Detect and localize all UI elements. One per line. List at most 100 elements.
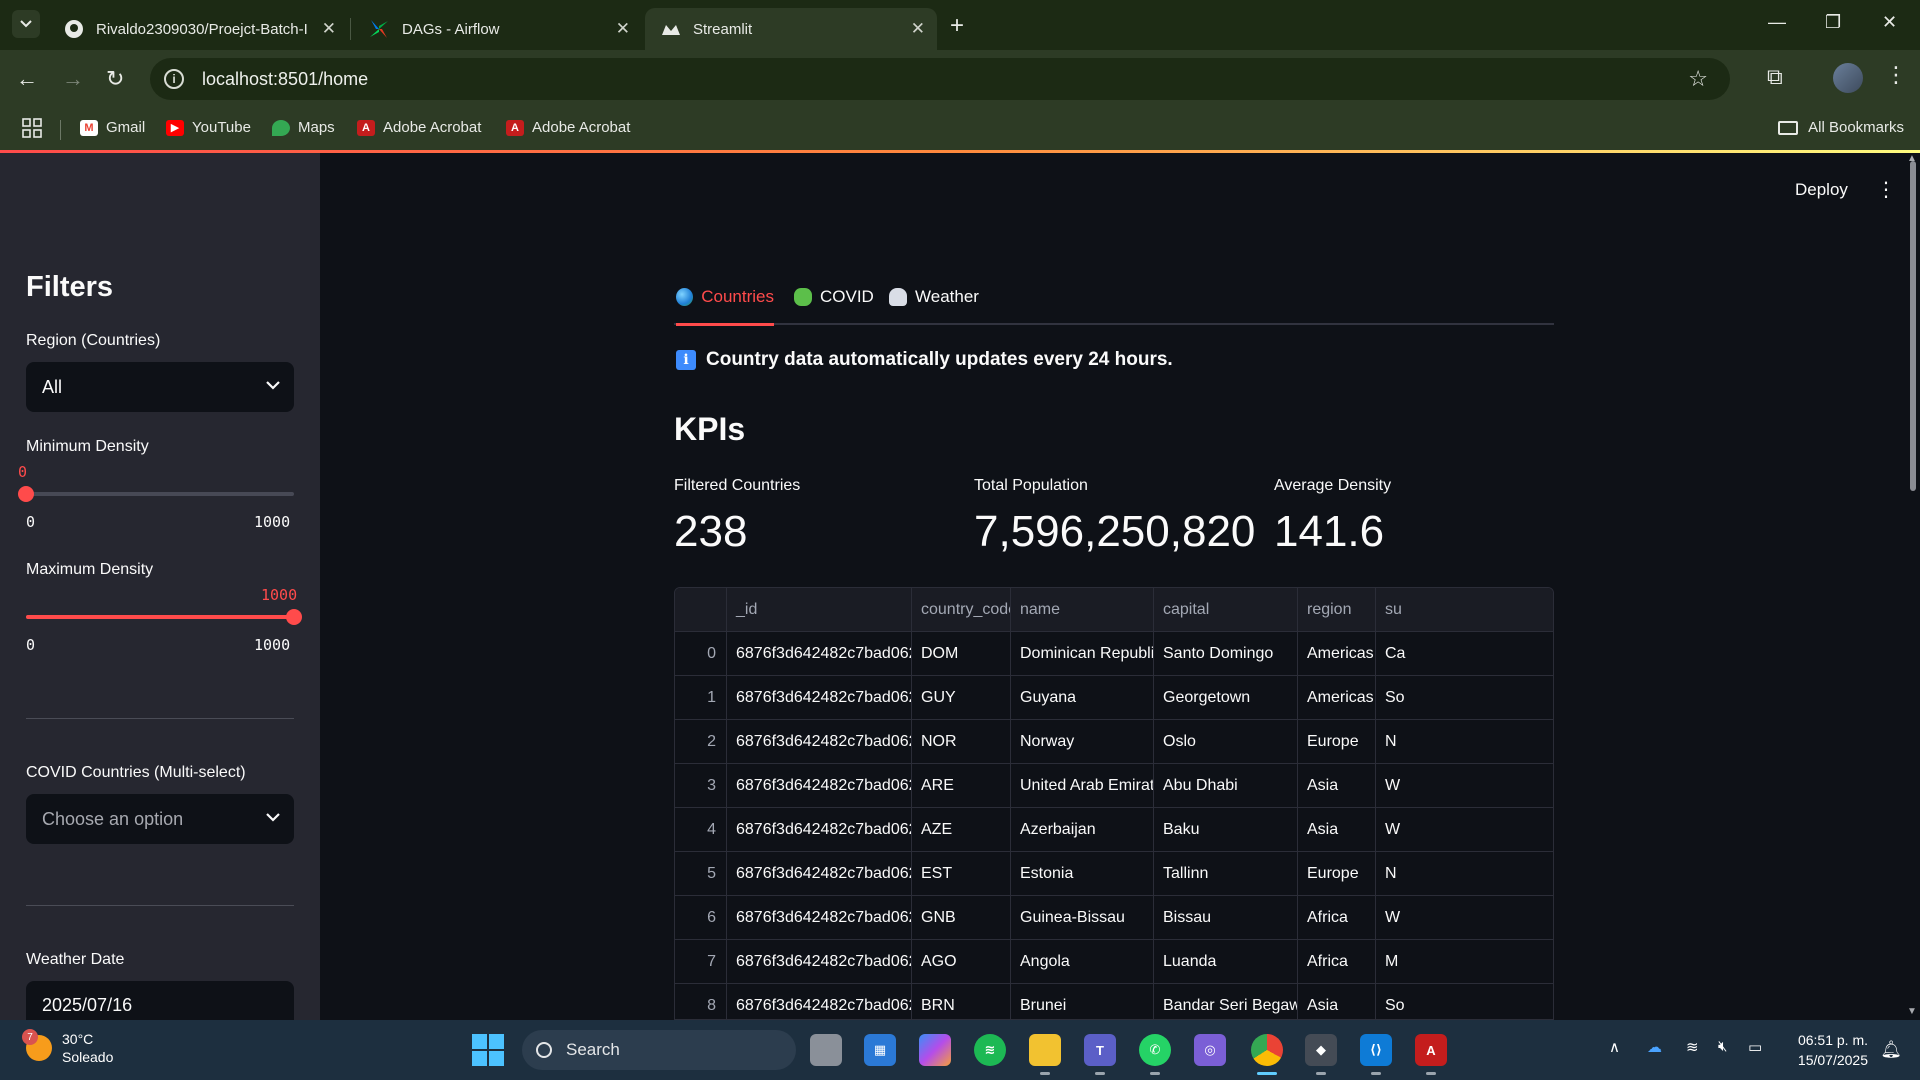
max-density-slider[interactable] xyxy=(26,609,302,625)
table-cell[interactable]: 6876f3d642482c7bad062623 xyxy=(727,852,912,896)
region-select[interactable]: All xyxy=(26,362,294,412)
table-cell[interactable]: 4 xyxy=(675,808,727,852)
table-cell[interactable]: Dominican Republic xyxy=(1011,632,1154,676)
table-cell[interactable]: Americas xyxy=(1298,632,1376,676)
bookmark-maps[interactable]: Maps xyxy=(272,119,335,136)
volume-muted-icon[interactable]: 🔇︎ xyxy=(1718,1038,1727,1055)
deploy-button[interactable]: Deploy xyxy=(1795,180,1848,200)
app-menu-icon[interactable]: ⋮ xyxy=(1876,177,1896,202)
system-clock[interactable]: 06:51 p. m. 15/07/2025 xyxy=(1798,1030,1868,1070)
table-cell[interactable]: 7 xyxy=(675,940,727,984)
table-row[interactable]: 26876f3d642482c7bad062620NORNorwayOsloEu… xyxy=(675,720,1553,764)
table-cell[interactable]: So xyxy=(1376,984,1553,1019)
table-cell[interactable]: 6 xyxy=(675,896,727,940)
slider-thumb[interactable] xyxy=(18,486,34,502)
profile-avatar[interactable] xyxy=(1833,63,1863,93)
window-close-icon[interactable]: ✕ xyxy=(1882,12,1897,33)
table-cell[interactable]: So xyxy=(1376,676,1553,720)
bookmark-youtube[interactable]: ▶ YouTube xyxy=(166,119,251,136)
table-cell[interactable]: 8 xyxy=(675,984,727,1019)
table-cell[interactable]: N xyxy=(1376,720,1553,764)
browser-tab-streamlit[interactable]: Streamlit ✕ xyxy=(645,8,937,50)
apps-grid-icon[interactable] xyxy=(22,118,42,138)
table-cell[interactable]: Asia xyxy=(1298,984,1376,1019)
table-cell[interactable]: 2 xyxy=(675,720,727,764)
table-cell[interactable]: 6876f3d642482c7bad062622 xyxy=(727,808,912,852)
table-cell[interactable]: Azerbaijan xyxy=(1011,808,1154,852)
battery-icon[interactable]: ▭ xyxy=(1748,1038,1762,1056)
windows-start-icon[interactable] xyxy=(472,1034,504,1066)
table-cell[interactable]: W xyxy=(1376,896,1553,940)
task-view-icon[interactable] xyxy=(810,1034,842,1066)
forward-icon[interactable]: → xyxy=(62,66,84,92)
teams-icon[interactable]: T xyxy=(1084,1034,1116,1066)
site-info-icon[interactable]: i xyxy=(164,69,184,89)
table-cell[interactable]: Asia xyxy=(1298,808,1376,852)
back-icon[interactable]: ← xyxy=(16,66,38,92)
microsoft-store-icon[interactable]: ▦ xyxy=(864,1034,896,1066)
table-cell[interactable]: Oslo xyxy=(1154,720,1298,764)
table-cell[interactable]: Angola xyxy=(1011,940,1154,984)
tab-weather[interactable]: Weather xyxy=(889,285,979,325)
covid-countries-multiselect[interactable]: Choose an option xyxy=(26,794,294,844)
table-cell[interactable]: Guinea-Bissau xyxy=(1011,896,1154,940)
scroll-down-icon[interactable]: ▼ xyxy=(1907,1006,1917,1017)
scrollbar-thumb[interactable] xyxy=(1910,161,1916,491)
minimize-icon[interactable]: — xyxy=(1768,12,1786,33)
table-cell[interactable]: Europe xyxy=(1298,720,1376,764)
new-tab-button[interactable]: + xyxy=(950,12,964,40)
all-bookmarks-button[interactable]: All Bookmarks xyxy=(1778,119,1904,136)
table-cell[interactable]: United Arab Emirates xyxy=(1011,764,1154,808)
table-cell[interactable]: 3 xyxy=(675,764,727,808)
spotify-icon[interactable]: ≋ xyxy=(974,1034,1006,1066)
table-cell[interactable]: Brunei xyxy=(1011,984,1154,1019)
table-cell[interactable]: Estonia xyxy=(1011,852,1154,896)
table-cell[interactable]: M xyxy=(1376,940,1553,984)
table-row[interactable]: 66876f3d642482c7bad062624GNBGuinea-Bissa… xyxy=(675,896,1553,940)
table-cell[interactable]: Luanda xyxy=(1154,940,1298,984)
bookmark-adobe-acrobat-2[interactable]: A Adobe Acrobat xyxy=(506,119,630,136)
taskbar-search[interactable]: Search xyxy=(522,1030,796,1070)
table-cell[interactable]: 6876f3d642482c7bad062626 xyxy=(727,984,912,1019)
tab-search-button[interactable] xyxy=(12,10,40,38)
table-cell[interactable]: Guyana xyxy=(1011,676,1154,720)
address-bar[interactable]: i localhost:8501/home ☆ xyxy=(150,58,1730,100)
table-cell[interactable]: AGO xyxy=(912,940,1011,984)
table-row[interactable]: 56876f3d642482c7bad062623ESTEstoniaTalli… xyxy=(675,852,1553,896)
browser-menu-icon[interactable]: ⋮ xyxy=(1885,62,1907,88)
table-cell[interactable]: 6876f3d642482c7bad06261e xyxy=(727,632,912,676)
table-cell[interactable]: 6876f3d642482c7bad062620 xyxy=(727,720,912,764)
copilot-icon[interactable] xyxy=(919,1034,951,1066)
table-header-row[interactable]: _id country_code name capital region su xyxy=(675,588,1553,632)
close-icon[interactable]: ✕ xyxy=(911,19,925,39)
table-cell[interactable]: 6876f3d642482c7bad06261f xyxy=(727,676,912,720)
table-cell[interactable]: Europe xyxy=(1298,852,1376,896)
bookmark-gmail[interactable]: M Gmail xyxy=(80,119,145,136)
table-cell[interactable]: Santo Domingo xyxy=(1154,632,1298,676)
table-cell[interactable]: Abu Dhabi xyxy=(1154,764,1298,808)
table-cell[interactable]: Bissau xyxy=(1154,896,1298,940)
table-row[interactable]: 76876f3d642482c7bad062625AGOAngolaLuanda… xyxy=(675,940,1553,984)
wifi-icon[interactable]: ≋ xyxy=(1686,1038,1699,1056)
min-density-slider[interactable] xyxy=(18,486,294,502)
browser-tab-github[interactable]: Rivaldo2309030/Proejct-Batch-I ✕ xyxy=(48,8,348,50)
file-explorer-icon[interactable] xyxy=(1029,1034,1061,1066)
adobe-acrobat-icon[interactable]: A xyxy=(1415,1034,1447,1066)
show-hidden-icons[interactable]: ∧ xyxy=(1609,1038,1620,1056)
reload-icon[interactable]: ↻ xyxy=(106,66,124,92)
vscode-icon[interactable]: ⟨⟩ xyxy=(1360,1034,1392,1066)
table-cell[interactable]: Bandar Seri Begawan xyxy=(1154,984,1298,1019)
whatsapp-icon[interactable]: ✆ xyxy=(1139,1034,1171,1066)
onedrive-icon[interactable]: ☁ xyxy=(1647,1038,1662,1056)
table-cell[interactable]: EST xyxy=(912,852,1011,896)
weather-date-input[interactable]: 2025/07/16 xyxy=(26,981,294,1020)
table-cell[interactable]: 5 xyxy=(675,852,727,896)
table-cell[interactable]: Asia xyxy=(1298,764,1376,808)
notification-icon[interactable]: 🔔︎ xyxy=(1880,1040,1902,1060)
chrome-icon[interactable] xyxy=(1251,1034,1283,1066)
table-cell[interactable]: N xyxy=(1376,852,1553,896)
column-header[interactable]: region xyxy=(1298,588,1376,632)
table-cell[interactable]: ARE xyxy=(912,764,1011,808)
slider-thumb[interactable] xyxy=(286,609,302,625)
table-cell[interactable]: GNB xyxy=(912,896,1011,940)
